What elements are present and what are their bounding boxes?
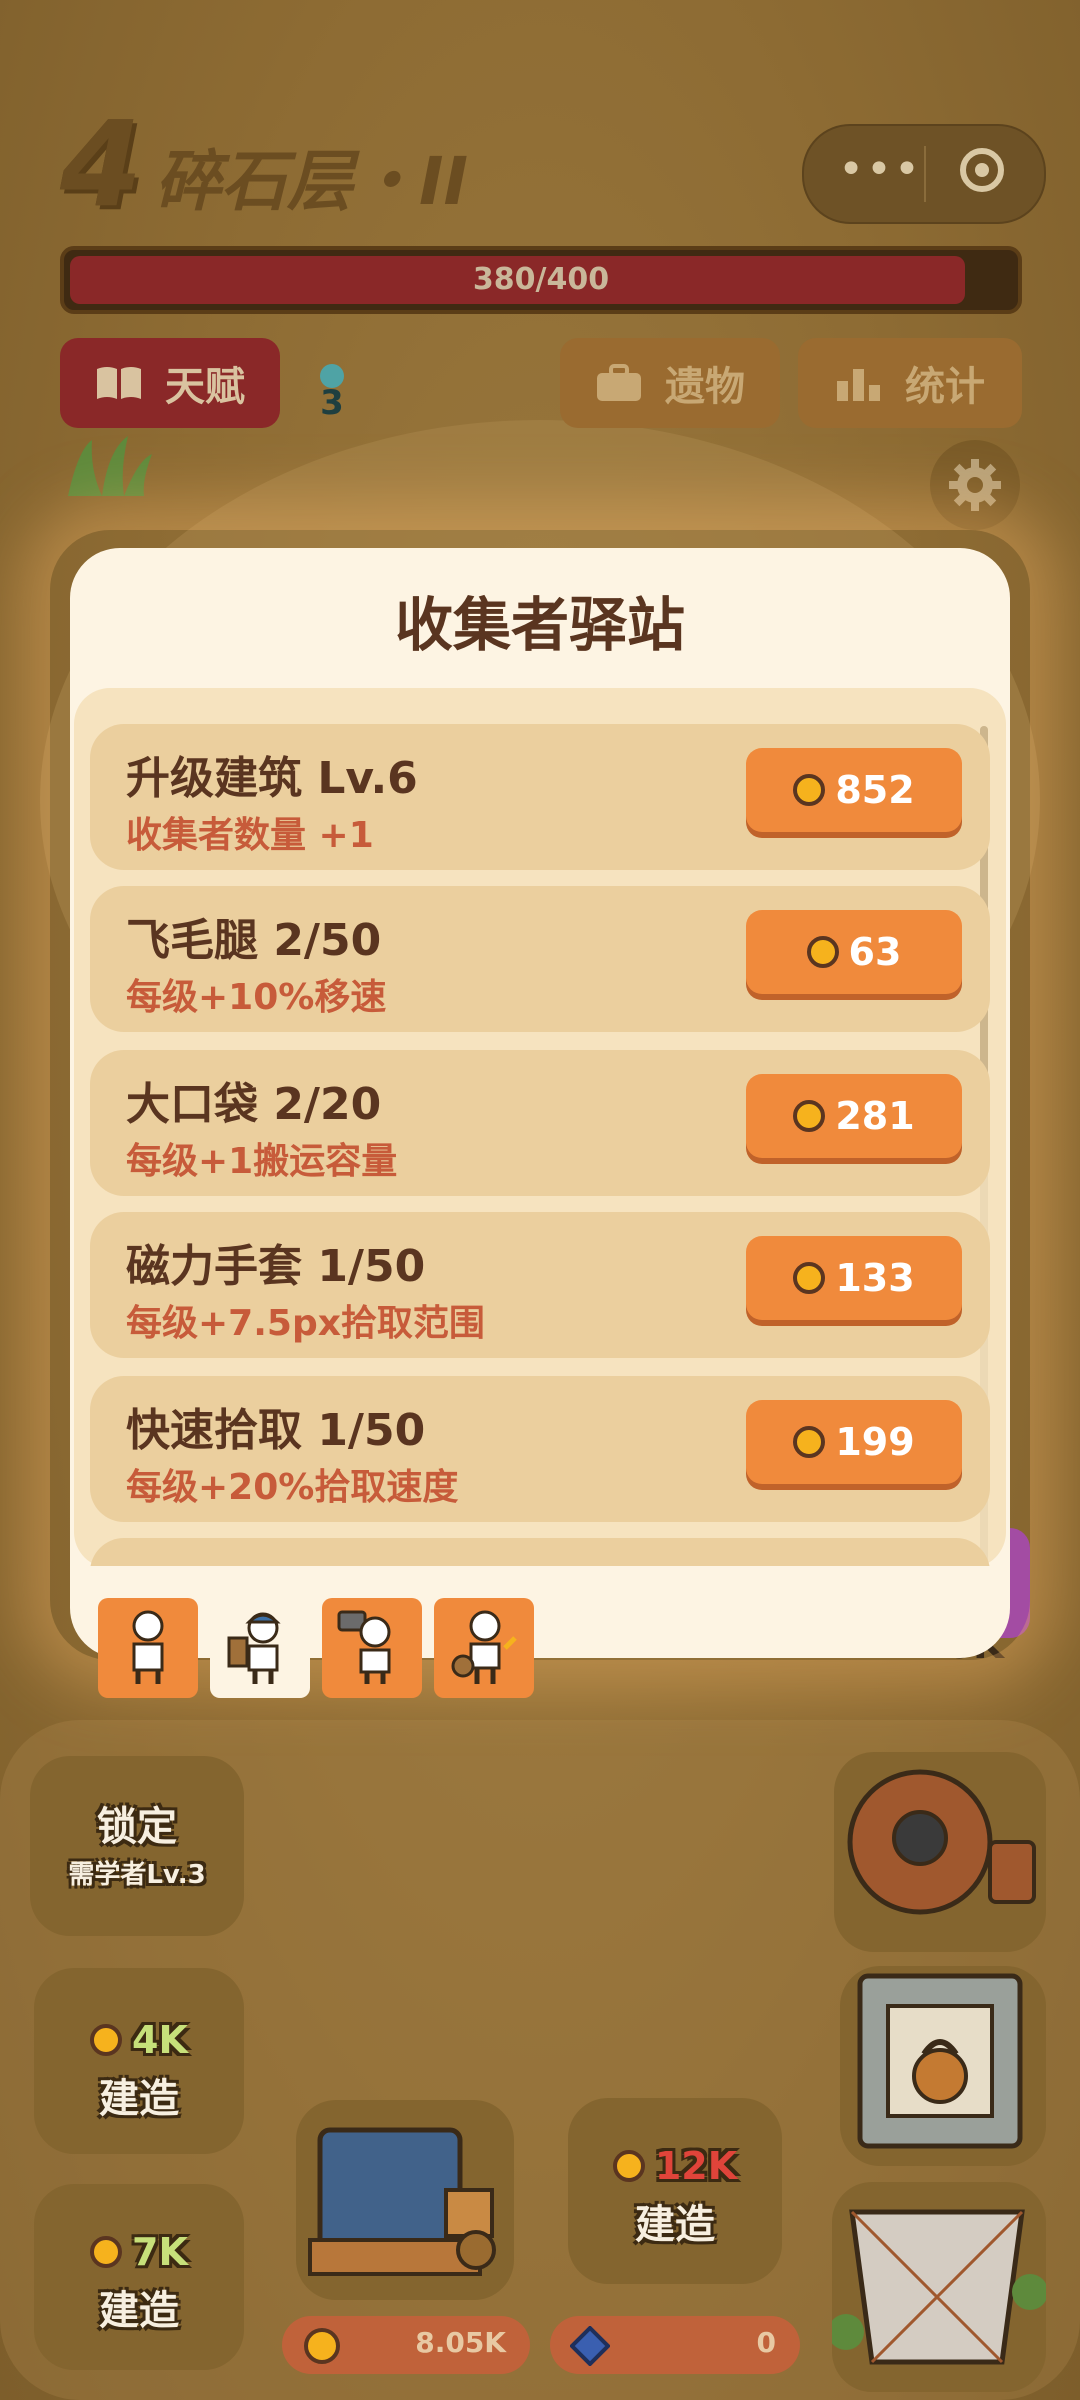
wheel-building-icon	[847, 1769, 1036, 1915]
porter-collector-icon	[227, 1612, 281, 1684]
tent-building-icon	[828, 2209, 1048, 2365]
book-icon	[95, 363, 143, 403]
kettlebell-building[interactable]	[840, 1966, 1046, 2166]
upgrade-description: 每级+1搬运容量	[126, 1141, 398, 1182]
coin-icon	[806, 936, 839, 968]
collector-tab-porter[interactable]	[210, 1598, 310, 1698]
modal-title: 收集者驿站	[394, 591, 685, 659]
level-number: 4	[60, 95, 143, 233]
upgrade-title: 磁力手套 1/50	[126, 1241, 426, 1292]
stats-label: 统计	[905, 364, 985, 410]
build-slot[interactable]: 4K 建造	[34, 1968, 244, 2154]
locked-requirement: 需学者Lv.3	[68, 1860, 206, 1890]
upgrade-price: 852	[835, 768, 915, 812]
talent-label: 天赋	[165, 364, 245, 410]
build-label: 建造	[99, 2288, 179, 2334]
upgrade-price: 133	[835, 1256, 915, 1300]
settings-button[interactable]	[930, 440, 1020, 530]
upgrade-buy-button[interactable]: 133	[746, 1236, 962, 1320]
build-cost-value: 7K	[132, 2230, 188, 2274]
more-menu-icon[interactable]: •••	[830, 148, 930, 200]
collector-tab-gatherer[interactable]	[434, 1598, 534, 1698]
locked-title: 锁定	[97, 1804, 177, 1850]
upgrade-description: 每级+10%移速	[126, 977, 387, 1018]
build-cost: 4K	[34, 2018, 244, 2062]
upgrade-title: 飞毛腿 2/50	[126, 915, 382, 966]
kettlebell-building-icon	[857, 1973, 1023, 2149]
upgrade-price: 281	[835, 1094, 915, 1138]
coin-icon	[793, 1262, 826, 1294]
gem-amount: 0	[756, 2326, 776, 2359]
hp-text: 380/400	[472, 262, 610, 297]
coin-icon	[90, 2024, 123, 2056]
upgrade-row: 飞毛腿 2/50 每级+10%移速 63	[90, 886, 990, 1032]
build-label: 建造	[635, 2202, 715, 2248]
upgrade-row: 磁力手套 1/50 每级+7.5px拾取范围 133	[90, 1212, 990, 1358]
upgrade-buy-button[interactable]: 63	[746, 910, 962, 994]
capsule-divider	[924, 146, 926, 202]
coin-icon	[793, 774, 826, 806]
collector-station-building[interactable]	[296, 2100, 514, 2300]
upgrade-price: 199	[835, 1420, 915, 1464]
upgrade-description: 收集者数量 +1	[126, 815, 374, 856]
gold-amount: 8.05K	[415, 2326, 506, 2359]
upgrade-description: 每级+20%拾取速度	[126, 1467, 459, 1508]
bar-chart-icon	[835, 363, 883, 403]
coin-icon	[793, 1100, 826, 1132]
gem-icon	[570, 2326, 610, 2366]
collector-tab-miner[interactable]	[322, 1598, 422, 1698]
build-slot[interactable]: 12K 建造	[568, 2098, 782, 2284]
upgrade-buy-button[interactable]: 281	[746, 1074, 962, 1158]
talent-points-value: 3	[320, 383, 344, 418]
miner-collector-icon	[337, 1610, 391, 1684]
level-name: 碎石层・II	[155, 143, 469, 220]
basic-collector-icon	[132, 1610, 164, 1684]
upgrade-row: 升级建筑 Lv.6 收集者数量 +1 852	[90, 724, 990, 870]
stats-button[interactable]: 统计	[798, 338, 1022, 428]
hp-bar: 380/400	[60, 246, 1022, 314]
build-label: 建造	[99, 2076, 179, 2122]
upgrade-price: 63	[848, 930, 902, 974]
wheel-building[interactable]	[834, 1752, 1046, 1952]
close-target-icon[interactable]	[960, 148, 1004, 192]
gatherer-collector-icon	[451, 1610, 517, 1684]
tent-building[interactable]	[828, 2182, 1048, 2392]
build-slot[interactable]: 7K 建造	[34, 2184, 244, 2370]
miniprogram-capsule: •••	[802, 124, 1046, 224]
coin-icon	[90, 2236, 123, 2268]
upgrade-title: 升级建筑 Lv.6	[126, 753, 418, 804]
locked-slot[interactable]: 锁定 需学者Lv.3	[30, 1756, 244, 1936]
relics-button[interactable]: 遗物	[560, 338, 780, 428]
briefcase-icon	[595, 363, 643, 403]
coin-icon	[612, 2150, 645, 2182]
collector-tab-basic[interactable]	[98, 1598, 198, 1698]
upgrade-title: 快速拾取 1/50	[126, 1405, 426, 1456]
gear-icon	[949, 459, 1001, 511]
coin-icon	[304, 2328, 340, 2364]
build-cost-value: 4K	[132, 2018, 188, 2062]
build-cost-value: 12K	[654, 2144, 738, 2188]
relics-label: 遗物	[665, 364, 745, 410]
coin-icon	[793, 1426, 826, 1458]
grass-decoration	[58, 430, 158, 500]
upgrade-buy-button[interactable]: 852	[746, 748, 962, 832]
gold-resource-bar: 8.05K	[282, 2316, 530, 2374]
talent-button[interactable]: 天赋	[60, 338, 280, 428]
build-cost: 7K	[34, 2230, 244, 2274]
upgrade-buy-button[interactable]: 199	[746, 1400, 962, 1484]
talent-points-badge: 3	[310, 362, 354, 423]
upgrade-title: 大口袋 2/20	[126, 1079, 382, 1130]
gem-resource-bar: 0	[550, 2316, 800, 2374]
build-cost: 12K	[568, 2144, 782, 2188]
upgrade-row: 大口袋 2/20 每级+1搬运容量 281	[90, 1050, 990, 1196]
upgrade-description: 每级+7.5px拾取范围	[126, 1303, 485, 1344]
upgrade-row: 快速拾取 1/50 每级+20%拾取速度 199	[90, 1376, 990, 1522]
station-building-icon	[308, 2127, 496, 2276]
